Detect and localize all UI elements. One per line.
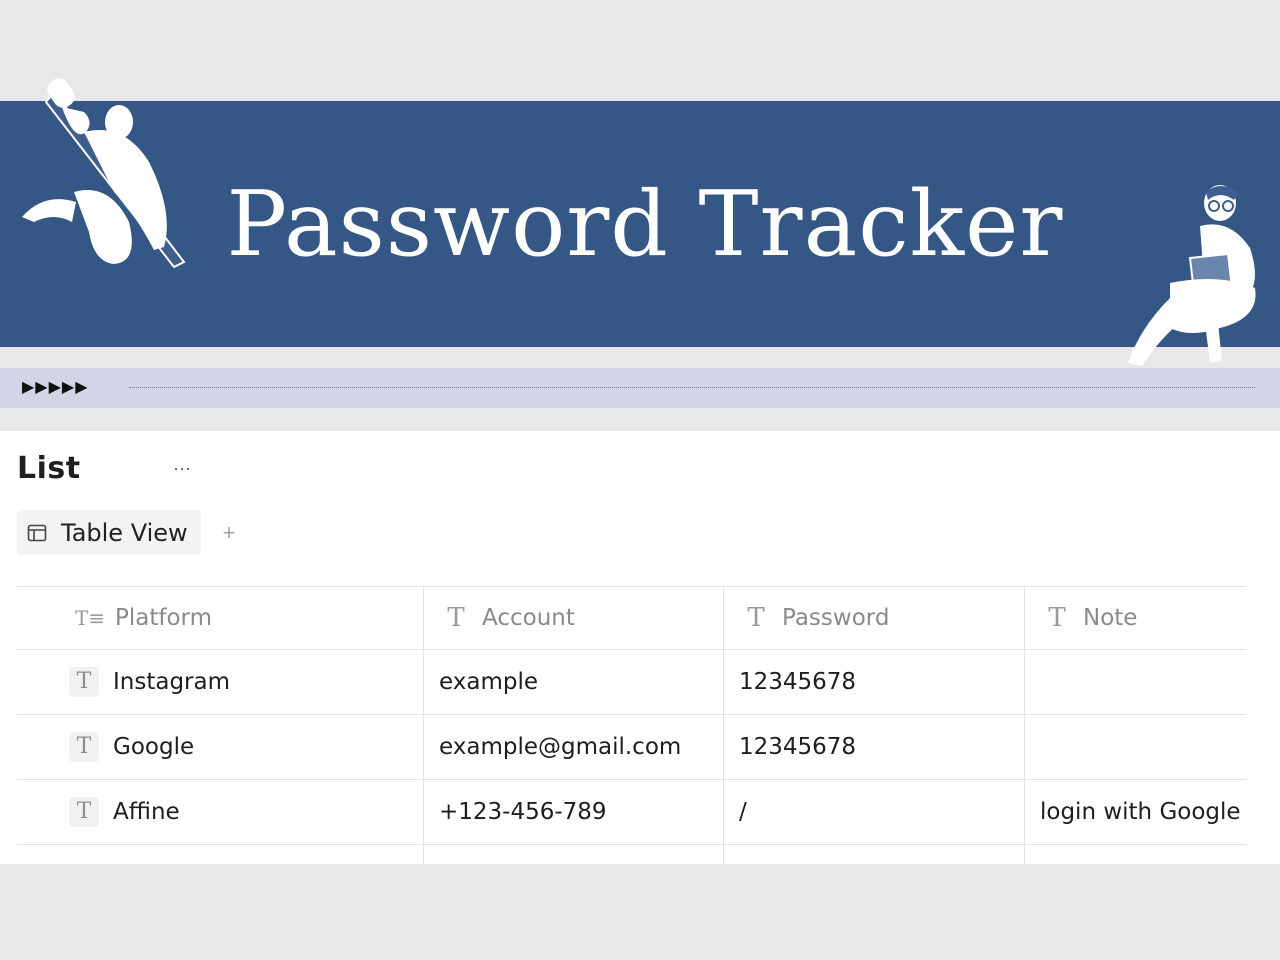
arrow-divider-icon: ▶▶▶▶▶ — [22, 379, 89, 396]
platform-value: Instagram — [113, 669, 231, 695]
more-options-button[interactable]: ··· — [170, 453, 194, 483]
column-label: Platform — [115, 605, 212, 631]
add-view-button[interactable]: + — [218, 518, 240, 548]
tab-label: Table View — [61, 518, 188, 547]
note-cell[interactable]: login with Google — [1025, 780, 1246, 844]
platform-cell — [17, 845, 424, 864]
column-label: Password — [782, 605, 890, 631]
account-cell[interactable]: +123-456-789 — [424, 780, 724, 844]
text-icon: T — [69, 732, 99, 762]
account-cell[interactable]: example — [424, 650, 724, 714]
password-cell[interactable]: 12345678 — [724, 650, 1025, 714]
text-icon: T — [69, 797, 99, 827]
column-header-platform[interactable]: T≡ Platform — [17, 587, 424, 649]
dotted-divider-line — [129, 387, 1255, 388]
text-icon: T — [69, 667, 99, 697]
platform-cell[interactable]: T Instagram — [17, 650, 424, 714]
title-text-icon: T≡ — [75, 606, 106, 630]
platform-cell[interactable]: T Affine — [17, 780, 424, 844]
tab-table-view[interactable]: Table View — [17, 510, 201, 555]
text-icon: T — [1048, 603, 1066, 633]
table-header-row: T≡ Platform T Account T Password T Note — [17, 587, 1246, 650]
database-panel: List ··· Table View + T≡ Platform T Acco… — [0, 431, 1280, 864]
platform-value: Affine — [113, 799, 180, 825]
column-label: Account — [482, 605, 575, 631]
list-title: List — [17, 451, 81, 486]
table-row[interactable]: T Google example@gmail.com 12345678 — [17, 715, 1246, 780]
column-header-account[interactable]: T Account — [424, 587, 724, 649]
page-title: Password Tracker — [226, 171, 1064, 277]
table-row[interactable]: T Instagram example 12345678 — [17, 650, 1246, 715]
account-cell[interactable]: example@gmail.com — [424, 715, 724, 779]
account-cell — [424, 845, 724, 864]
column-label: Note — [1083, 605, 1138, 631]
password-cell[interactable]: 12345678 — [724, 715, 1025, 779]
column-header-note[interactable]: T Note — [1025, 587, 1246, 649]
table-row[interactable]: T Affine +123-456-789 / login with Googl… — [17, 780, 1246, 845]
divider-bar — [0, 368, 1280, 408]
note-cell — [1025, 845, 1246, 864]
password-cell — [724, 845, 1025, 864]
column-header-password[interactable]: T Password — [724, 587, 1025, 649]
platform-value: Google — [113, 734, 195, 760]
text-icon: T — [747, 603, 765, 633]
table-view-icon — [27, 524, 47, 541]
note-cell[interactable] — [1025, 650, 1246, 714]
text-icon: T — [447, 603, 465, 633]
platform-cell[interactable]: T Google — [17, 715, 424, 779]
password-cell[interactable]: / — [724, 780, 1025, 844]
note-cell[interactable] — [1025, 715, 1246, 779]
data-table: T≡ Platform T Account T Password T Note … — [17, 586, 1246, 864]
table-row-partial — [17, 845, 1246, 864]
